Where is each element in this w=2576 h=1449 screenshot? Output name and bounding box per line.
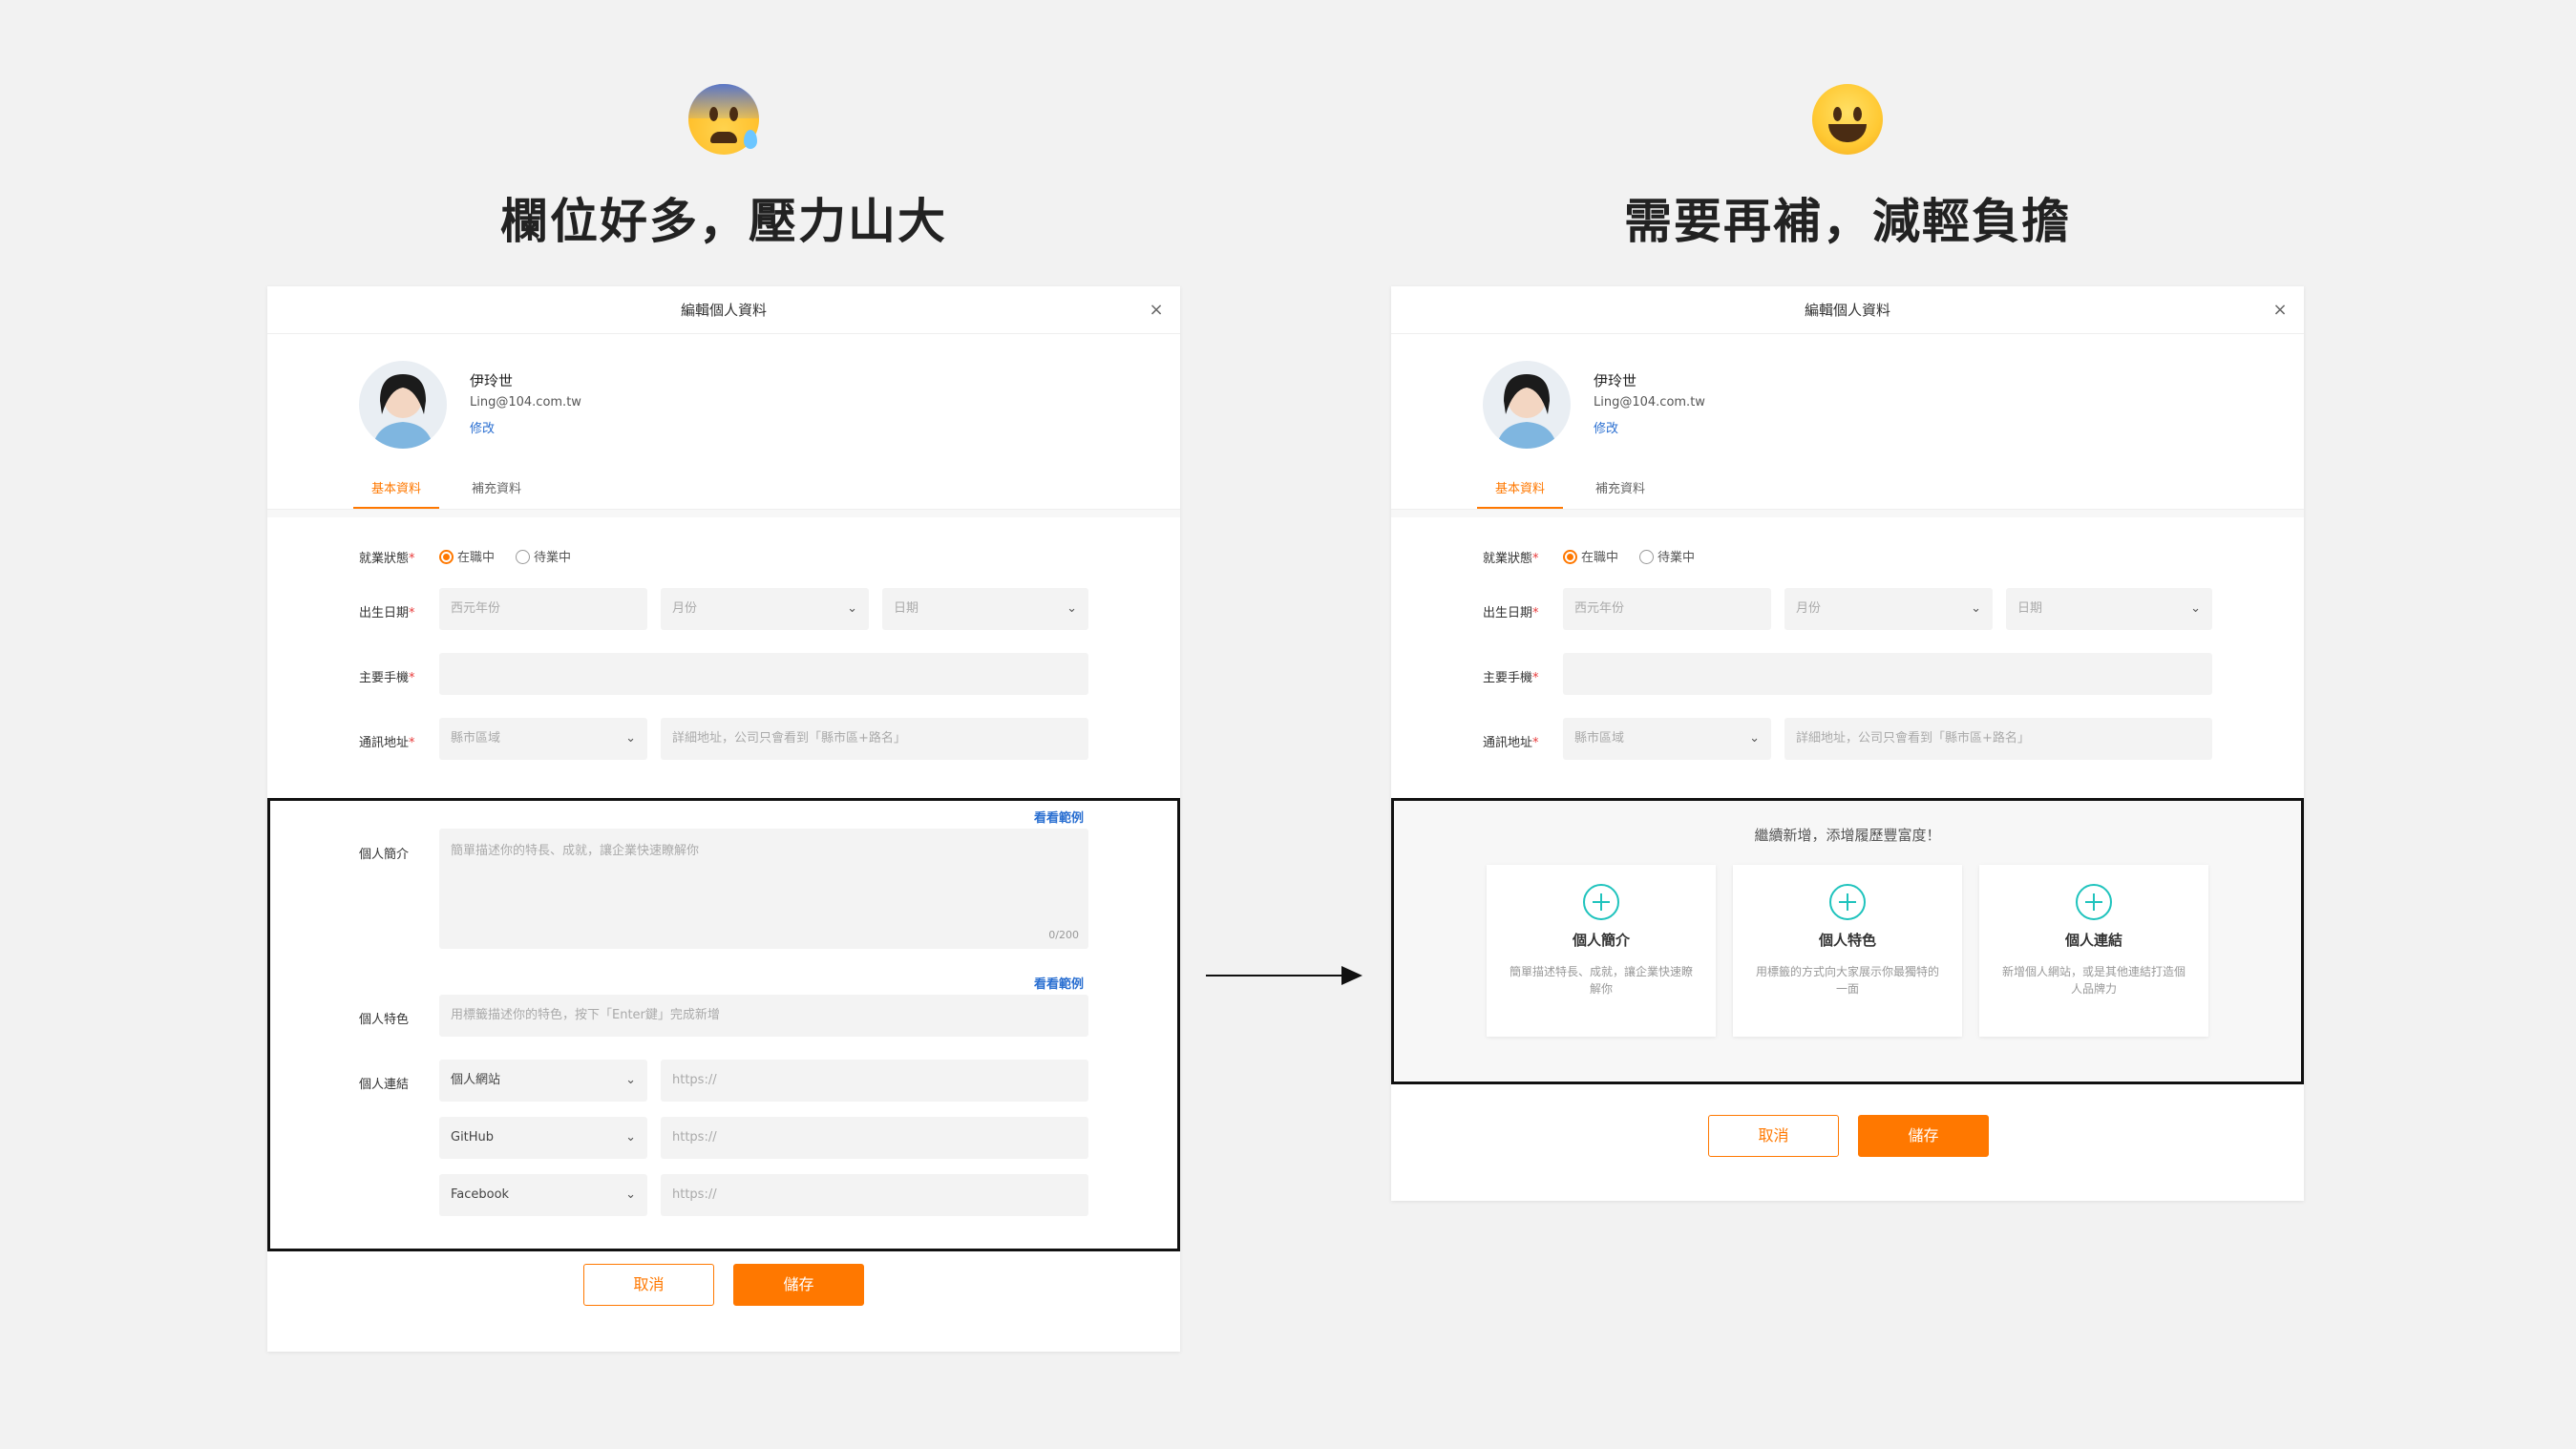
cancel-button[interactable]: 取消 [583, 1264, 714, 1306]
arrow-right-icon [1206, 966, 1362, 985]
section-divider [267, 510, 1180, 517]
left-column-heading: 欄位好多，壓力山大 [267, 84, 1180, 252]
tab-supplementary-info[interactable]: 補充資料 [1582, 479, 1658, 510]
profile-email: Ling@104.com.tw [1594, 395, 1705, 410]
tab-basic-info[interactable]: 基本資料 [1477, 479, 1563, 510]
phone-input[interactable] [439, 653, 1088, 695]
chevron-down-icon: ⌄ [1066, 601, 1077, 616]
dialog-title: 編輯個人資料 [1804, 302, 1890, 319]
highlight-box-before [267, 798, 1180, 1251]
close-icon[interactable]: × [2266, 286, 2294, 334]
address-label: 通訊地址* [1483, 736, 1539, 750]
chevron-down-icon: ⌄ [2190, 601, 2201, 616]
birth-day-select[interactable]: 日期 ⌄ [2006, 588, 2212, 630]
phone-label: 主要手機* [1483, 671, 1539, 685]
avatar [1483, 361, 1571, 449]
address-label: 通訊地址* [359, 736, 415, 750]
save-button[interactable]: 儲存 [733, 1264, 864, 1306]
radio-employed[interactable]: 在職中 [439, 547, 495, 565]
chevron-down-icon: ⌄ [847, 601, 857, 616]
tab-basic-info[interactable]: 基本資料 [353, 479, 439, 510]
smiling-emoji-icon [1812, 84, 1883, 155]
dialog-header: 編輯個人資料 × [1391, 286, 2304, 334]
save-button[interactable]: 儲存 [1858, 1115, 1989, 1157]
radio-checked-icon [1563, 550, 1577, 564]
profile-email: Ling@104.com.tw [470, 395, 581, 410]
birth-month-select[interactable]: 月份 ⌄ [1784, 588, 1993, 630]
dialog-header: 編輯個人資料 × [267, 286, 1180, 334]
left-heading-text: 欄位好多，壓力山大 [500, 194, 947, 249]
edit-avatar-link[interactable]: 修改 [470, 418, 495, 436]
employment-label: 就業狀態* [359, 552, 415, 566]
radio-unchecked-icon [516, 550, 530, 564]
radio-employed[interactable]: 在職中 [1563, 547, 1618, 565]
avatar [359, 361, 447, 449]
employment-label: 就業狀態* [1483, 552, 1539, 566]
birth-year-input[interactable]: 西元年份 [1563, 588, 1771, 630]
birth-month-select[interactable]: 月份 ⌄ [661, 588, 869, 630]
birth-day-select[interactable]: 日期 ⌄ [882, 588, 1088, 630]
cancel-button[interactable]: 取消 [1708, 1115, 1839, 1157]
highlight-box-after [1391, 798, 2304, 1084]
close-icon[interactable]: × [1142, 286, 1171, 334]
chevron-down-icon: ⌄ [1971, 601, 1981, 616]
address-detail-input[interactable]: 詳細地址，公司只會看到「縣市區+路名」 [661, 718, 1088, 760]
profile-name: 伊玲世 [470, 372, 514, 389]
phone-input[interactable] [1563, 653, 2212, 695]
anxious-sweat-emoji-icon [688, 84, 759, 155]
address-region-select[interactable]: 縣市區域 ⌄ [1563, 718, 1771, 760]
section-divider [1391, 510, 2304, 517]
right-heading-text: 需要再補，減輕負擔 [1624, 194, 2071, 249]
chevron-down-icon: ⌄ [625, 731, 636, 746]
edit-avatar-link[interactable]: 修改 [1594, 418, 1618, 436]
phone-label: 主要手機* [359, 671, 415, 685]
right-column-heading: 需要再補，減輕負擔 [1391, 84, 2304, 252]
birthday-label: 出生日期* [1483, 606, 1539, 620]
profile-name: 伊玲世 [1594, 372, 1637, 389]
chevron-down-icon: ⌄ [1749, 731, 1760, 746]
tab-supplementary-info[interactable]: 補充資料 [458, 479, 535, 510]
dialog-title: 編輯個人資料 [680, 302, 767, 319]
birth-year-input[interactable]: 西元年份 [439, 588, 647, 630]
address-region-select[interactable]: 縣市區域 ⌄ [439, 718, 647, 760]
radio-unchecked-icon [1639, 550, 1654, 564]
radio-checked-icon [439, 550, 454, 564]
address-detail-input[interactable]: 詳細地址，公司只會看到「縣市區+路名」 [1784, 718, 2212, 760]
birthday-label: 出生日期* [359, 606, 415, 620]
radio-unemployed[interactable]: 待業中 [1639, 547, 1695, 565]
radio-unemployed[interactable]: 待業中 [516, 547, 571, 565]
